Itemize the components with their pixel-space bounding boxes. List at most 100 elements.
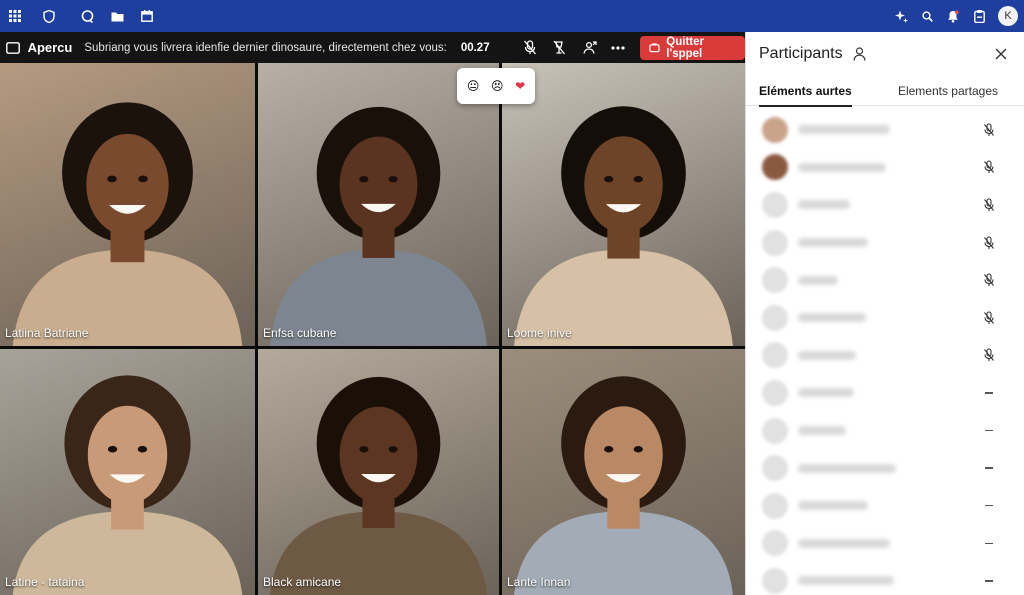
participant-row[interactable]	[746, 487, 1024, 525]
participant-name-label: Latine - tataina	[5, 575, 85, 589]
bell-icon	[948, 9, 959, 23]
chat-button[interactable]	[72, 0, 102, 32]
face-shape	[584, 136, 663, 234]
dash-icon[interactable]	[982, 498, 996, 514]
participant-row[interactable]	[746, 412, 1024, 450]
participant-row[interactable]	[746, 449, 1024, 487]
participant-name-label: Loome inive	[507, 326, 572, 340]
participant-row[interactable]	[746, 299, 1024, 337]
participant-row[interactable]	[746, 525, 1024, 563]
video-tile[interactable]: Lante Innan	[502, 349, 745, 595]
video-tile[interactable]: Latiina Batriane	[0, 63, 255, 346]
face-shape	[339, 406, 418, 503]
participant-name-label: Enfsa cubane	[263, 326, 337, 340]
participant-avatar	[762, 492, 788, 519]
participant-name-label: Lante Innan	[507, 575, 571, 589]
video-tile[interactable]: Black amicane	[258, 349, 499, 595]
eye-shape	[633, 446, 643, 453]
meeting-toolbar: Apercu Subriang vous livrera idenfie der…	[0, 32, 745, 63]
reaction-neutral[interactable]: 😐	[467, 79, 480, 93]
video-tile[interactable]: Enfsa cubane	[258, 63, 499, 346]
notifications-button[interactable]	[940, 0, 966, 32]
participant-avatar	[762, 379, 788, 406]
tab-elements-partages[interactable]: Elements partages	[898, 76, 998, 106]
reaction-heart[interactable]: ❤	[515, 79, 525, 93]
participant-list	[746, 106, 1024, 595]
mic-off-icon	[524, 40, 537, 55]
copilot-button[interactable]	[888, 0, 914, 32]
eye-shape	[388, 446, 398, 453]
participant-avatar	[762, 530, 788, 557]
mic-off-icon[interactable]	[982, 347, 996, 363]
files-button[interactable]	[102, 0, 132, 32]
participant-row[interactable]	[746, 186, 1024, 224]
more-options-button[interactable]	[603, 32, 632, 63]
participant-avatar	[762, 267, 788, 294]
face-shape	[87, 405, 168, 504]
mic-off-icon[interactable]	[982, 122, 996, 138]
close-icon	[995, 48, 1007, 60]
participant-video	[12, 102, 243, 346]
user-avatar[interactable]: K	[998, 6, 1018, 26]
calendar-button[interactable]	[132, 0, 162, 32]
app-bar-right: K	[888, 0, 1024, 32]
participant-video	[12, 375, 243, 595]
reaction-frown[interactable]: 😣	[491, 79, 504, 93]
dash-icon[interactable]	[982, 573, 996, 589]
dash-icon[interactable]	[982, 460, 996, 476]
window-toggle-button[interactable]	[0, 32, 26, 63]
participant-name-blurred	[798, 162, 886, 172]
video-tile[interactable]: Loome inive	[502, 63, 745, 346]
video-tile[interactable]: Latine - tataina	[0, 349, 255, 595]
panel-title: Participants	[759, 45, 843, 62]
close-panel-button[interactable]	[990, 43, 1012, 65]
participant-row[interactable]	[746, 111, 1024, 149]
reactions-popup: 😐 😣 ❤	[457, 68, 535, 104]
video-grid: Latiina Batriane Enfsa cubane Loome iniv…	[0, 63, 745, 595]
tab-elements-aurtes[interactable]: Eléments aurtes	[759, 76, 852, 107]
participant-row[interactable]	[746, 224, 1024, 262]
dash-icon[interactable]	[982, 535, 996, 551]
participant-row[interactable]	[746, 149, 1024, 187]
participant-row[interactable]	[746, 562, 1024, 595]
participant-avatar	[762, 229, 788, 256]
panel-header: Participants	[746, 32, 1024, 76]
eye-shape	[107, 175, 117, 183]
camera-toggle-button[interactable]	[545, 32, 574, 63]
mic-off-icon[interactable]	[982, 197, 996, 213]
eye-shape	[633, 175, 643, 183]
share-screen-icon	[582, 40, 597, 54]
security-button[interactable]	[34, 0, 64, 32]
dash-icon[interactable]	[982, 423, 996, 439]
camera-off-icon	[553, 40, 566, 55]
participant-row[interactable]	[746, 261, 1024, 299]
participant-row[interactable]	[746, 337, 1024, 375]
participants-panel: Participants Eléments aurtes Elements pa…	[745, 32, 1024, 595]
search-icon	[921, 10, 933, 22]
participant-avatar	[762, 342, 788, 369]
participant-name-label: Latiina Batriane	[5, 326, 89, 340]
apps-grid-button[interactable]	[0, 0, 30, 32]
participant-name-blurred	[798, 125, 890, 135]
mic-off-icon[interactable]	[982, 159, 996, 175]
eye-shape	[138, 175, 148, 183]
phone-leave-icon	[649, 42, 660, 52]
meeting-caption: Subriang vous livrera idenfie dernier di…	[84, 41, 447, 54]
mic-toggle-button[interactable]	[516, 32, 545, 63]
panel-tabs: Eléments aurtes Elements partages	[746, 76, 1024, 107]
badge-button[interactable]	[966, 0, 992, 32]
mic-off-icon[interactable]	[982, 310, 996, 326]
leave-call-label: Quitter l'sppel	[666, 35, 704, 60]
participant-row[interactable]	[746, 374, 1024, 412]
dash-icon[interactable]	[982, 385, 996, 401]
participant-video	[514, 376, 733, 595]
share-button[interactable]	[574, 32, 603, 63]
mic-off-icon[interactable]	[982, 272, 996, 288]
leave-call-button[interactable]: Quitter l'sppel	[640, 35, 745, 60]
app-bar-left	[0, 0, 162, 32]
participant-video	[514, 106, 733, 346]
participant-video	[270, 106, 487, 346]
mic-off-icon[interactable]	[982, 235, 996, 251]
search-button[interactable]	[914, 0, 940, 32]
sparkle-icon	[894, 10, 908, 23]
